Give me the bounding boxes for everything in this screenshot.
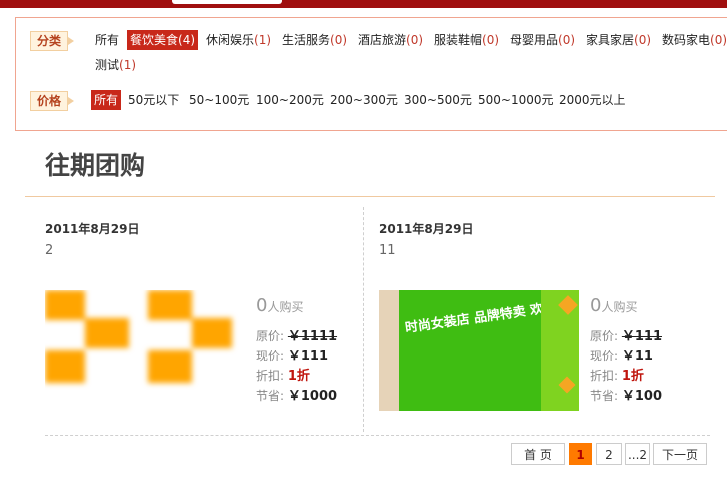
- current-price-row: 现价: ￥111: [256, 346, 328, 366]
- pagination-divider: [45, 435, 710, 436]
- deal-card: 2011年8月29日 11 时尚女装店 品牌特卖 欢迎光临 优惠多多 0人购买 …: [379, 220, 689, 420]
- banner-photo: [379, 290, 399, 411]
- current-price: ￥11: [621, 349, 653, 364]
- category-filter-label: 分类: [30, 31, 75, 51]
- saving-row: 节省: ￥100: [590, 386, 662, 406]
- category-option-test[interactable]: 测试(1): [95, 55, 136, 75]
- category-option-count: (0): [710, 33, 727, 47]
- next-page-button[interactable]: 下一页: [653, 443, 707, 465]
- category-option-furniture[interactable]: 家具家居(0): [586, 30, 651, 50]
- category-option-baby[interactable]: 母婴用品(0): [510, 30, 575, 50]
- original-price: ￥111: [621, 329, 663, 344]
- category-option-label: 休闲娱乐: [206, 33, 255, 47]
- saving-value: ￥100: [621, 389, 663, 404]
- category-option-count: (0): [634, 33, 652, 47]
- saving-label: 节省:: [256, 389, 285, 403]
- category-option-count: (0): [558, 33, 576, 47]
- price-option-all[interactable]: 所有: [91, 90, 122, 110]
- discount-label: 折扣:: [256, 369, 285, 383]
- saving-value: ￥1000: [287, 389, 338, 404]
- category-option-label: 餐饮美食: [130, 33, 179, 47]
- category-option-count: (1): [119, 58, 137, 72]
- current-price-label: 现价:: [590, 349, 619, 363]
- category-option-life-services[interactable]: 生活服务(0): [282, 30, 347, 50]
- card-divider: [363, 207, 364, 432]
- category-option-label: 服装鞋帽: [434, 33, 483, 47]
- deal-name[interactable]: 11: [379, 243, 396, 258]
- top-nav-tab[interactable]: [172, 0, 282, 4]
- category-option-label: 家具家居: [586, 33, 635, 47]
- price-option-over-2000[interactable]: 2000元以上: [559, 90, 626, 110]
- category-option-dining[interactable]: 餐饮美食(4): [127, 30, 199, 50]
- category-option-label: 酒店旅游: [358, 33, 407, 47]
- sold-count: 0人购买: [256, 295, 303, 316]
- original-price-row: 原价: ￥111: [590, 326, 662, 346]
- price-option-200-300[interactable]: 200~300元: [330, 90, 398, 110]
- deal-card: 2011年8月29日 2 0人购买 原价: ￥1111 现价: ￥111 折扣:…: [45, 220, 355, 420]
- original-price-row: 原价: ￥1111: [256, 326, 337, 346]
- category-option-hotel-travel[interactable]: 酒店旅游(0): [358, 30, 423, 50]
- original-price-label: 原价:: [256, 329, 285, 343]
- current-price: ￥111: [287, 349, 329, 364]
- deal-image[interactable]: [45, 290, 245, 411]
- category-option-count: (0): [482, 33, 500, 47]
- title-divider: [25, 196, 715, 197]
- saving-row: 节省: ￥1000: [256, 386, 337, 406]
- category-option-label: 所有: [95, 33, 120, 47]
- sold-number: 0: [590, 295, 602, 316]
- sold-suffix: 人购买: [601, 300, 638, 314]
- discount-label: 折扣:: [590, 369, 619, 383]
- sold-count: 0人购买: [590, 295, 637, 316]
- original-price-label: 原价:: [590, 329, 619, 343]
- last-page-button[interactable]: ...2: [625, 443, 650, 465]
- banner-burst-icon: [541, 290, 579, 411]
- top-nav-bar: [0, 0, 727, 8]
- filter-panel: 分类 所有 餐饮美食(4) 休闲娱乐(1) 生活服务(0) 酒店旅游(0) 服装…: [15, 17, 727, 131]
- category-option-entertainment[interactable]: 休闲娱乐(1): [206, 30, 271, 50]
- banner-text: 时尚女装店 品牌特卖 欢迎光临 优惠多多: [404, 301, 554, 336]
- discount-row: 折扣: 1折: [256, 366, 310, 386]
- page-button-current[interactable]: 1: [569, 443, 592, 465]
- sold-suffix: 人购买: [267, 300, 304, 314]
- current-price-label: 现价:: [256, 349, 285, 363]
- first-page-button[interactable]: 首 页: [511, 443, 565, 465]
- current-price-row: 现价: ￥11: [590, 346, 653, 366]
- category-option-label: 生活服务: [282, 33, 331, 47]
- price-option-300-500[interactable]: 300~500元: [404, 90, 472, 110]
- category-option-apparel[interactable]: 服装鞋帽(0): [434, 30, 499, 50]
- price-option-500-1000[interactable]: 500~1000元: [478, 90, 554, 110]
- saving-label: 节省:: [590, 389, 619, 403]
- price-option-under-50[interactable]: 50元以下: [128, 90, 179, 110]
- category-option-electronics[interactable]: 数码家电(0): [662, 30, 727, 50]
- deal-date: 2011年8月29日: [379, 222, 474, 236]
- discount-value: 1折: [621, 369, 644, 384]
- price-option-50-100[interactable]: 50~100元: [189, 90, 249, 110]
- image-placeholder-icon: [45, 290, 245, 411]
- category-option-count: (4): [178, 33, 196, 47]
- deal-name[interactable]: 2: [45, 243, 53, 258]
- deal-image[interactable]: 时尚女装店 品牌特卖 欢迎光临 优惠多多: [379, 290, 579, 411]
- discount-value: 1折: [287, 369, 310, 384]
- sold-number: 0: [256, 295, 268, 316]
- category-option-label: 测试: [95, 58, 120, 72]
- deal-date: 2011年8月29日: [45, 222, 140, 236]
- promo-banner-image: 时尚女装店 品牌特卖 欢迎光临 优惠多多: [379, 290, 579, 411]
- page-button[interactable]: 2: [596, 443, 622, 465]
- category-option-count: (0): [330, 33, 348, 47]
- original-price: ￥1111: [287, 329, 338, 344]
- section-title: 往期团购: [45, 151, 146, 180]
- price-filter-label: 价格: [30, 91, 75, 111]
- category-option-label: 数码家电: [662, 33, 711, 47]
- category-option-label: 母婴用品: [510, 33, 559, 47]
- discount-row: 折扣: 1折: [590, 366, 644, 386]
- category-option-all[interactable]: 所有: [95, 30, 119, 50]
- price-option-100-200[interactable]: 100~200元: [256, 90, 324, 110]
- category-option-count: (1): [254, 33, 272, 47]
- category-option-count: (0): [406, 33, 424, 47]
